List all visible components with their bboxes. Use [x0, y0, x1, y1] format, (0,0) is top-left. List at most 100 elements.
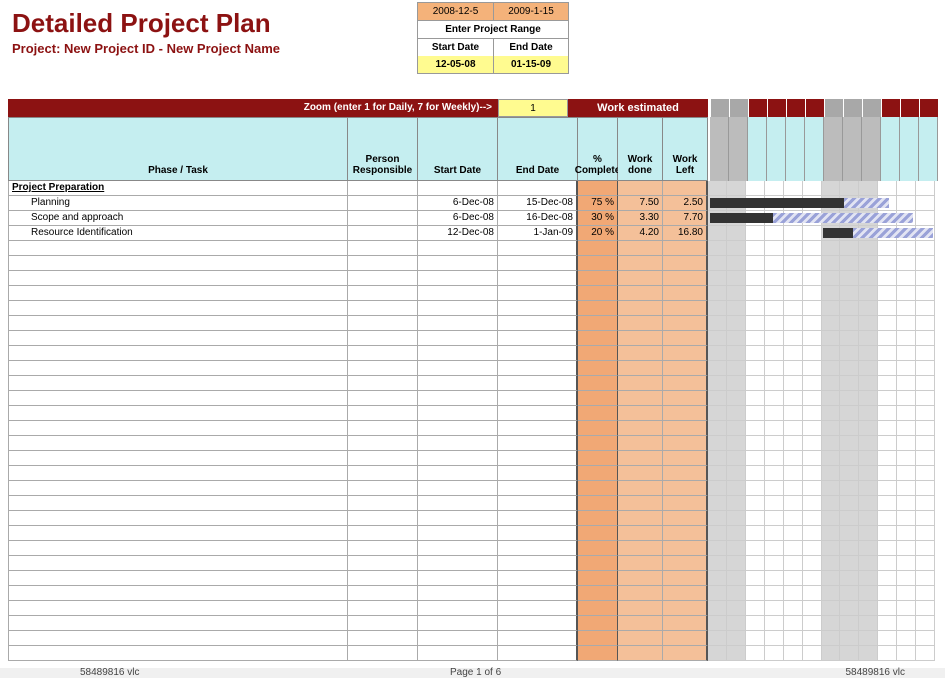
empty-row[interactable] — [8, 421, 937, 436]
gantt-cell — [765, 376, 784, 391]
gantt-cell — [708, 646, 727, 661]
gantt-subheader-cell — [843, 117, 862, 181]
gantt-cell — [897, 631, 916, 646]
gantt-cell — [859, 361, 878, 376]
gantt-cell — [859, 631, 878, 646]
gantt-cell — [822, 286, 841, 301]
gantt-cell — [708, 376, 727, 391]
empty-row[interactable] — [8, 376, 937, 391]
gantt-cell — [822, 436, 841, 451]
task-person[interactable] — [348, 226, 418, 241]
task-row[interactable]: Scope and approach6-Dec-0816-Dec-0830 %3… — [8, 211, 937, 226]
task-start[interactable]: 6-Dec-08 — [418, 196, 498, 211]
task-end[interactable]: 15-Dec-08 — [498, 196, 578, 211]
gantt-cell — [916, 181, 935, 196]
task-start[interactable]: 6-Dec-08 — [418, 211, 498, 226]
gantt-cell — [708, 346, 727, 361]
gantt-cell — [727, 421, 746, 436]
gantt-cell — [803, 346, 822, 361]
task-person[interactable] — [348, 196, 418, 211]
gantt-cell — [765, 631, 784, 646]
gantt-subheader — [710, 117, 938, 181]
task-name[interactable]: Scope and approach — [8, 211, 348, 226]
gantt-strip — [708, 571, 935, 586]
gantt-cell — [765, 571, 784, 586]
empty-row[interactable] — [8, 541, 937, 556]
empty-row[interactable] — [8, 271, 937, 286]
range-start-input[interactable]: 12-05-08 — [418, 56, 493, 73]
empty-row[interactable] — [8, 646, 937, 661]
gantt-cell — [822, 646, 841, 661]
empty-row[interactable] — [8, 316, 937, 331]
task-grid[interactable]: Project PreparationPlanning 6-Dec-0815-De… — [8, 181, 937, 661]
task-end[interactable]: 16-Dec-08 — [498, 211, 578, 226]
gantt-cell — [803, 481, 822, 496]
empty-row[interactable] — [8, 496, 937, 511]
gantt-cell — [840, 631, 859, 646]
gantt-cell — [897, 616, 916, 631]
empty-row[interactable] — [8, 361, 937, 376]
empty-row[interactable] — [8, 331, 937, 346]
task-start[interactable]: 12-Dec-08 — [418, 226, 498, 241]
empty-row[interactable] — [8, 466, 937, 481]
empty-row[interactable] — [8, 406, 937, 421]
task-person[interactable] — [348, 211, 418, 226]
gantt-cell — [727, 526, 746, 541]
task-pct[interactable]: 75 % — [578, 196, 618, 211]
gantt-cell — [727, 496, 746, 511]
empty-row[interactable] — [8, 346, 937, 361]
gantt-cell — [765, 406, 784, 421]
empty-row[interactable] — [8, 256, 937, 271]
phase-row[interactable]: Project Preparation — [8, 181, 937, 196]
empty-row[interactable] — [8, 571, 937, 586]
empty-row[interactable] — [8, 451, 937, 466]
gantt-cell — [916, 631, 935, 646]
empty-row[interactable] — [8, 301, 937, 316]
empty-row[interactable] — [8, 556, 937, 571]
gantt-cell — [822, 346, 841, 361]
task-pct[interactable]: 30 % — [578, 211, 618, 226]
gantt-cell — [727, 646, 746, 661]
gantt-cell — [840, 301, 859, 316]
gantt-cell — [859, 601, 878, 616]
gantt-cell — [878, 631, 897, 646]
empty-row[interactable] — [8, 616, 937, 631]
empty-row[interactable] — [8, 436, 937, 451]
gantt-cell — [708, 241, 727, 256]
gantt-cell — [840, 481, 859, 496]
empty-row[interactable] — [8, 511, 937, 526]
task-name[interactable]: Planning — [8, 196, 348, 211]
gantt-cell — [708, 586, 727, 601]
gantt-subheader-cell — [919, 117, 938, 181]
task-row[interactable]: Planning6-Dec-0815-Dec-0875 %7.502.50 — [8, 196, 937, 211]
task-pct[interactable]: 20 % — [578, 226, 618, 241]
gantt-cell — [708, 271, 727, 286]
gantt-subheader-cell — [748, 117, 767, 181]
task-row[interactable]: Resource Identification 12-Dec-081-Jan-09… — [8, 226, 937, 241]
gantt-cell — [727, 556, 746, 571]
zoom-input[interactable]: 1 — [498, 99, 568, 117]
empty-row[interactable] — [8, 631, 937, 646]
gantt-cell — [727, 241, 746, 256]
empty-row[interactable] — [8, 391, 937, 406]
empty-row[interactable] — [8, 481, 937, 496]
gantt-cell — [708, 631, 727, 646]
gantt-cell — [859, 436, 878, 451]
range-end-input[interactable]: 01-15-09 — [493, 56, 568, 73]
gantt-strip — [708, 241, 935, 256]
gantt-cell — [746, 601, 765, 616]
gantt-cell — [803, 241, 822, 256]
empty-row[interactable] — [8, 586, 937, 601]
range-start-label: Start Date — [418, 38, 493, 56]
task-name[interactable]: Resource Identification — [8, 226, 348, 241]
empty-row[interactable] — [8, 241, 937, 256]
empty-row[interactable] — [8, 601, 937, 616]
empty-row[interactable] — [8, 526, 937, 541]
task-end[interactable]: 1-Jan-09 — [498, 226, 578, 241]
gantt-subheader-cell — [862, 117, 881, 181]
footer-filename-left: 58489816 vlc — [80, 667, 140, 678]
gantt-cell — [840, 406, 859, 421]
gantt-header-cell — [786, 99, 805, 117]
gantt-cell — [840, 526, 859, 541]
empty-row[interactable] — [8, 286, 937, 301]
